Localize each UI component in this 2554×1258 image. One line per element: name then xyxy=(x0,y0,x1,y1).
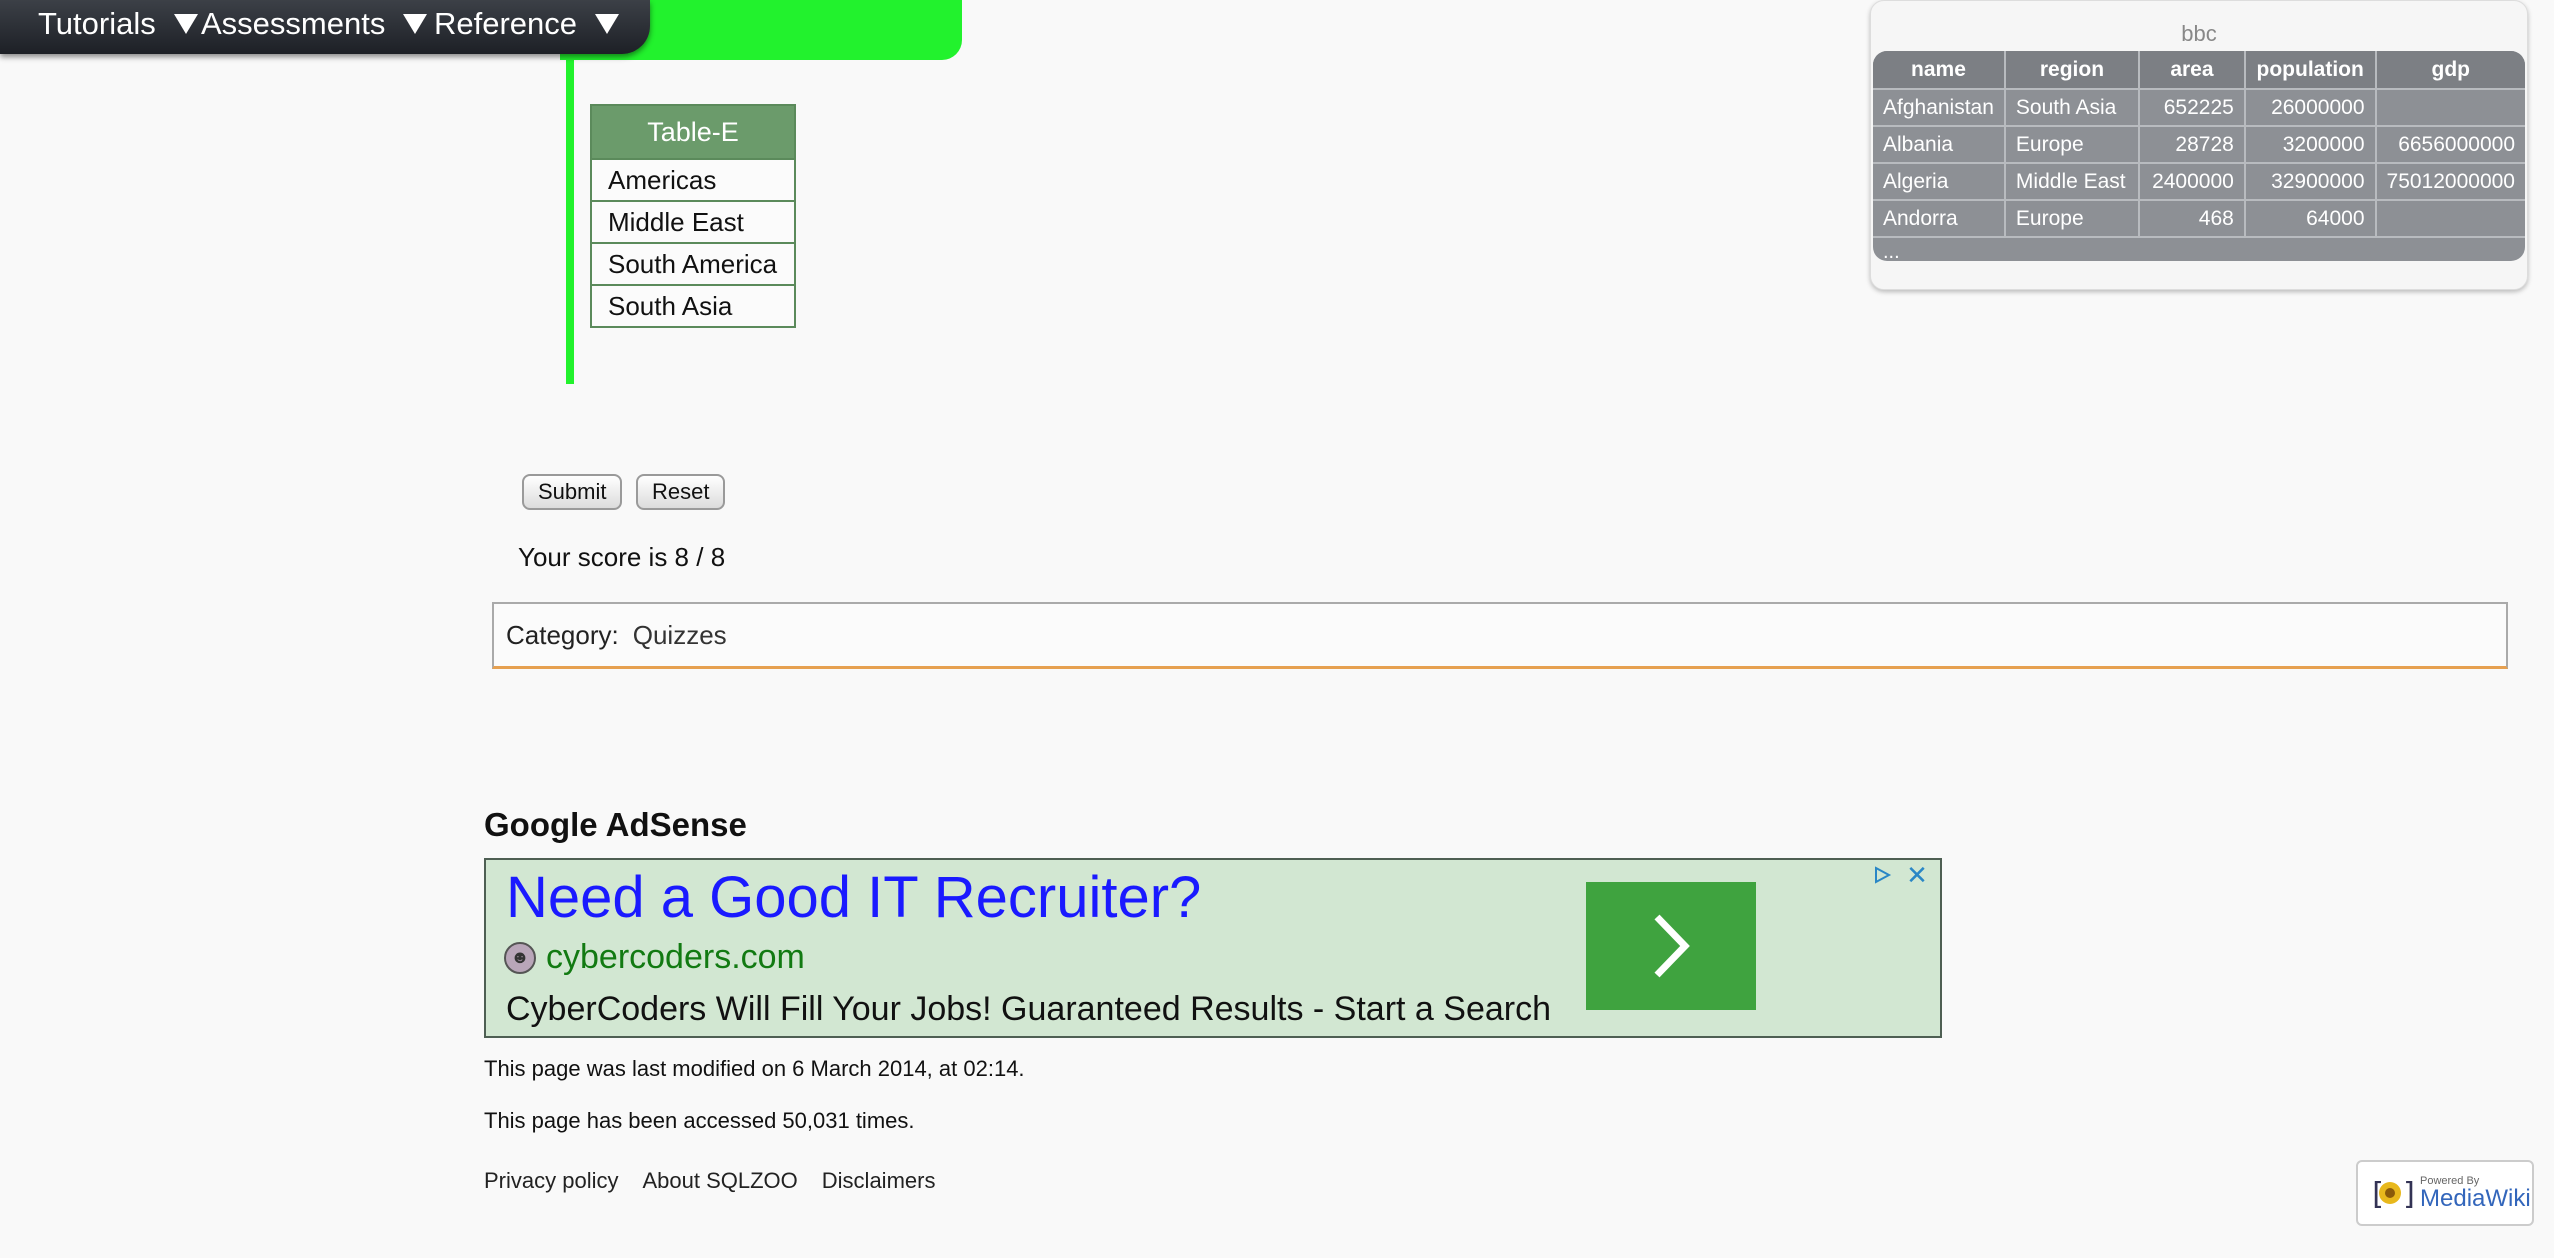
dropdown-arrow-icon xyxy=(595,14,620,34)
bbc-col-header: population xyxy=(2244,51,2377,89)
bbc-cell: Andorra xyxy=(1873,199,2006,236)
bbc-col-header: gdp xyxy=(2375,51,2525,89)
table-e-row[interactable]: South Asia xyxy=(591,284,795,327)
table-row: Algeria Middle East 2400000 32900000 750… xyxy=(1873,162,2525,200)
ad-description: CyberCoders Will Fill Your Jobs! Guarant… xyxy=(506,990,1552,1028)
table-row: Afghanistan South Asia 652225 26000000 xyxy=(1873,88,2525,126)
bbc-cell: 64000 xyxy=(2244,199,2377,236)
bbc-cell: Europe xyxy=(2004,125,2141,163)
bbc-cell: Albania xyxy=(1873,125,2006,163)
bbc-cell: 468 xyxy=(2139,199,2246,236)
dropdown-arrow-icon xyxy=(173,14,198,34)
badge-mediawiki: MediaWiki xyxy=(2420,1184,2531,1212)
close-ad-icon[interactable]: ✕ xyxy=(1902,860,1932,890)
dropdown-arrow-icon xyxy=(403,14,428,34)
green-vertical-line xyxy=(566,54,574,384)
category-label: Category: xyxy=(506,619,619,650)
bbc-cell: 75012000000 xyxy=(2375,162,2525,200)
adchoices-icon[interactable] xyxy=(1868,862,1896,888)
reset-button[interactable]: Reset xyxy=(636,474,726,510)
advertisement[interactable]: Need a Good IT Recruiter? ☻ cybercoders.… xyxy=(484,858,1942,1038)
nav-tutorials[interactable]: Tutorials xyxy=(38,4,198,44)
category-link-quizzes[interactable]: Quizzes xyxy=(633,620,727,651)
bbc-more-rows: ... xyxy=(1873,236,2525,261)
bbc-cell: South Asia xyxy=(2004,88,2141,126)
nav-reference[interactable]: Reference xyxy=(434,4,620,44)
bbc-cell: 32900000 xyxy=(2244,162,2377,200)
mediawiki-sunflower-icon: [ ] xyxy=(2366,1170,2414,1216)
submit-button[interactable]: Submit xyxy=(522,474,623,510)
category-bar: Category: Quizzes xyxy=(492,602,2508,669)
bbc-table-wrapper: name region area population gdp Afghanis… xyxy=(1873,51,2525,261)
chevron-right-icon xyxy=(1654,914,1690,978)
top-navigation: Tutorials Assessments Reference xyxy=(0,0,650,54)
bbc-cell: Algeria xyxy=(1873,162,2006,200)
nav-assessments-label: Assessments xyxy=(201,6,386,41)
bbc-cell xyxy=(2375,88,2525,126)
ad-domain-link[interactable]: cybercoders.com xyxy=(546,938,805,977)
play-triangle-icon xyxy=(1875,866,1892,884)
ad-headline-link[interactable]: Need a Good IT Recruiter? xyxy=(506,864,1201,931)
footer-links: Privacy policy About SQLZOO Disclaimers xyxy=(484,1168,935,1194)
table-e-row[interactable]: Americas xyxy=(591,158,795,201)
access-count-text: This page has been accessed 50,031 times… xyxy=(484,1108,915,1133)
disclaimers-link[interactable]: Disclaimers xyxy=(822,1168,936,1194)
advertiser-logo-icon: ☻ xyxy=(504,941,536,974)
table-e: Table-E Americas Middle East South Ameri… xyxy=(590,104,796,328)
last-modified-text: This page was last modified on 6 March 2… xyxy=(484,1056,1025,1081)
bbc-col-header: region xyxy=(2004,51,2141,89)
ad-arrow-button[interactable] xyxy=(1586,882,1756,1010)
bbc-cell: 3200000 xyxy=(2244,125,2377,163)
score-text: Your score is 8 / 8 xyxy=(518,542,726,572)
table-e-row[interactable]: Middle East xyxy=(591,200,795,243)
adsense-heading: Google AdSense xyxy=(484,806,747,843)
bbc-col-header: name xyxy=(1873,51,2006,89)
bbc-cell: Middle East xyxy=(2004,162,2141,200)
bbc-cell: 28728 xyxy=(2139,125,2246,163)
nav-tutorials-label: Tutorials xyxy=(38,6,156,41)
bbc-cell: 26000000 xyxy=(2244,88,2377,126)
about-sqlzoo-link[interactable]: About SQLZOO xyxy=(642,1168,797,1194)
bbc-col-header: area xyxy=(2139,51,2246,89)
table-row: Albania Europe 28728 3200000 6656000000 xyxy=(1873,125,2525,163)
privacy-policy-link[interactable]: Privacy policy xyxy=(484,1168,618,1194)
nav-reference-label: Reference xyxy=(434,6,578,41)
ad-domain-row: ☻ cybercoders.com xyxy=(504,938,805,977)
table-e-row[interactable]: South America xyxy=(591,242,795,285)
bbc-cell: Afghanistan xyxy=(1873,88,2006,126)
bbc-table: name region area population gdp Afghanis… xyxy=(1873,51,2525,236)
bbc-reference-panel: bbc name region area population gdp Afgh… xyxy=(1870,0,2528,290)
bbc-cell: 652225 xyxy=(2139,88,2246,126)
svg-text:]: ] xyxy=(2401,1177,2413,1212)
bbc-cell xyxy=(2375,199,2525,236)
bbc-cell: 6656000000 xyxy=(2375,125,2525,163)
nav-assessments[interactable]: Assessments xyxy=(201,4,428,44)
bbc-caption: bbc xyxy=(2181,21,2217,46)
table-e-title: Table-E xyxy=(591,105,795,160)
bbc-cell: 2400000 xyxy=(2139,162,2246,200)
powered-by-mediawiki-badge[interactable]: [ ] Powered By MediaWiki xyxy=(2356,1160,2534,1226)
bbc-cell: Europe xyxy=(2004,199,2141,236)
table-row: Andorra Europe 468 64000 xyxy=(1873,199,2525,236)
